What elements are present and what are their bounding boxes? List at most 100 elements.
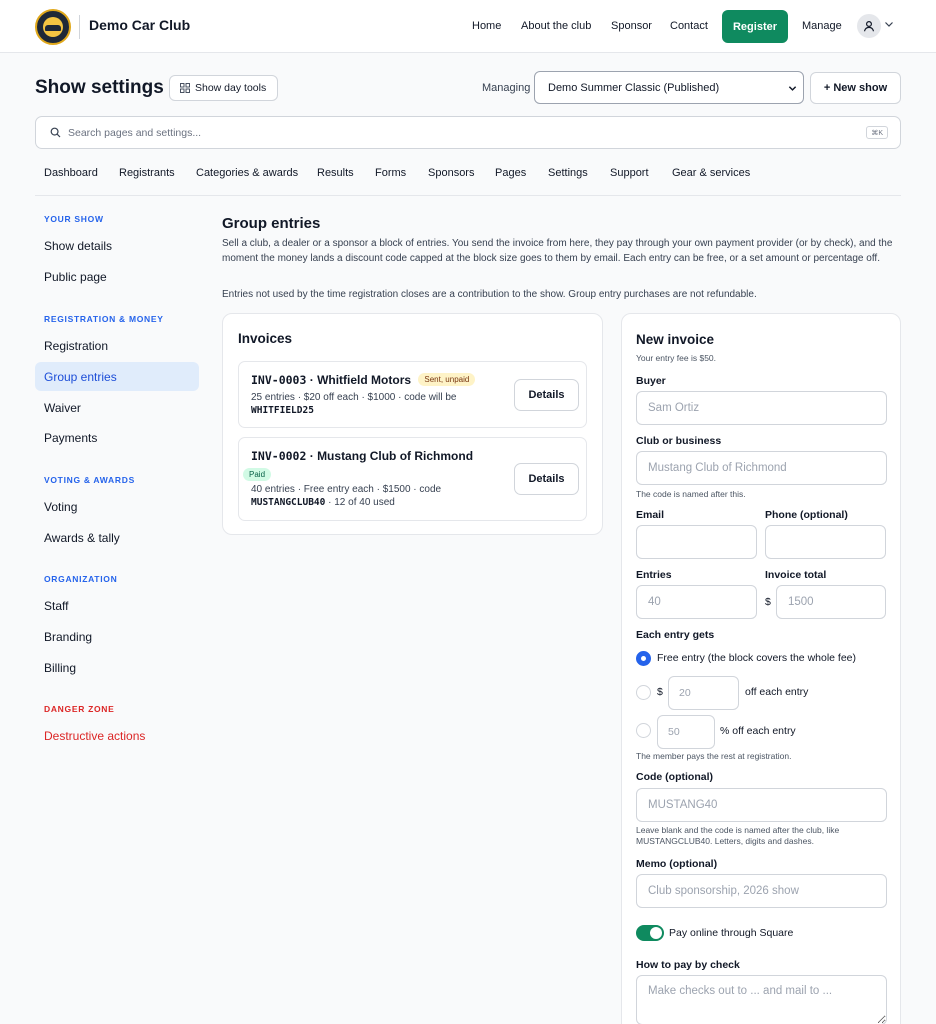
- user-icon: [863, 20, 875, 32]
- buyer-label: Buyer: [636, 375, 666, 387]
- chevron-down-icon[interactable]: [884, 19, 894, 29]
- code-input[interactable]: [636, 788, 887, 822]
- invoices-title: Invoices: [238, 331, 293, 346]
- sidebar-item-group-entries[interactable]: Group entries: [35, 362, 199, 391]
- radio-amount-off[interactable]: [636, 685, 651, 700]
- email-label: Email: [636, 509, 665, 521]
- settings-search[interactable]: ⌘K: [35, 116, 901, 149]
- buyer-input[interactable]: [636, 391, 887, 425]
- tab-sponsors[interactable]: Sponsors: [428, 167, 474, 179]
- avatar[interactable]: [857, 14, 881, 38]
- each-entry-gets-label: Each entry gets: [636, 629, 715, 641]
- sidebar-heading-voting-awards: VOTING & AWARDS: [44, 475, 135, 485]
- details-button[interactable]: Details: [514, 463, 579, 495]
- currency-symbol: $: [765, 596, 771, 608]
- grid-icon: [180, 83, 190, 93]
- tab-settings[interactable]: Settings: [548, 167, 588, 179]
- club-input[interactable]: [636, 451, 887, 485]
- sidebar-item-show-details[interactable]: Show details: [35, 231, 199, 260]
- code-usage: · 12 of 40 used: [325, 497, 395, 508]
- sidebar-item-registration[interactable]: Registration: [35, 331, 199, 360]
- tab-pages[interactable]: Pages: [495, 167, 526, 179]
- invoice-header: INV-0002 · Mustang Club of Richmond: [251, 449, 474, 463]
- tab-gear-services[interactable]: Gear & services: [672, 167, 750, 179]
- search-icon: [50, 127, 61, 138]
- radio-free-entry[interactable]: [636, 651, 651, 666]
- sidebar-heading-organization: ORGANIZATION: [44, 574, 118, 584]
- invoices-card: Invoices INV-0003 · Whitfield Motors Sen…: [222, 313, 603, 535]
- nav-manage[interactable]: Manage: [802, 20, 842, 32]
- email-field[interactable]: [636, 525, 757, 559]
- status-badge: Sent, unpaid: [418, 373, 476, 386]
- brand-name[interactable]: Demo Car Club: [89, 17, 190, 33]
- percent-off-input[interactable]: [657, 715, 715, 749]
- invoice-row: INV-0002 · Mustang Club of Richmond Paid…: [238, 437, 587, 521]
- phone-field[interactable]: [765, 525, 886, 559]
- sidebar-item-public-page[interactable]: Public page: [35, 262, 199, 291]
- nav-contact[interactable]: Contact: [670, 20, 708, 32]
- sidebar-heading-your-show: YOUR SHOW: [44, 214, 104, 224]
- sidebar-item-payments[interactable]: Payments: [35, 423, 199, 452]
- sidebar-item-awards-tally[interactable]: Awards & tally: [35, 523, 199, 552]
- tab-support[interactable]: Support: [610, 167, 649, 179]
- check-instructions-input[interactable]: [636, 975, 887, 1024]
- show-day-tools-label: Show day tools: [195, 82, 267, 94]
- radio-percent-off[interactable]: [636, 723, 651, 738]
- discount-code: MUSTANGCLUB40: [251, 497, 326, 508]
- tab-dashboard[interactable]: Dashboard: [44, 167, 98, 179]
- status-badge: Paid: [243, 468, 272, 481]
- sidebar-item-destructive-actions[interactable]: Destructive actions: [35, 721, 199, 750]
- brand-divider: [79, 15, 80, 39]
- sidebar-item-branding[interactable]: Branding: [35, 622, 199, 651]
- entries-label: Entries: [636, 569, 672, 581]
- tab-categories-awards[interactable]: Categories & awards: [196, 167, 298, 179]
- show-select[interactable]: Demo Summer Classic (Published): [534, 71, 804, 104]
- section-title: Group entries: [222, 215, 321, 232]
- code-label: Code (optional): [636, 771, 713, 783]
- invoice-number: INV-0002: [251, 449, 307, 463]
- club-note: The code is named after this.: [636, 489, 746, 499]
- sidebar-item-billing[interactable]: Billing: [35, 653, 199, 682]
- sidebar-heading-registration-money: REGISTRATION & MONEY: [44, 314, 164, 324]
- phone-label: Phone (optional): [765, 509, 848, 521]
- member-pays-note: The member pays the rest at registration…: [636, 751, 792, 761]
- register-button[interactable]: Register: [722, 10, 788, 43]
- new-invoice-card: New invoice Your entry fee is $50. Buyer…: [621, 313, 901, 1024]
- sidebar-item-voting[interactable]: Voting: [35, 492, 199, 521]
- percent-off-label: % off each entry: [720, 725, 796, 737]
- amount-off-input[interactable]: [668, 676, 739, 710]
- nav-about[interactable]: About the club: [521, 20, 591, 32]
- refund-note: Entries not used by the time registratio…: [222, 289, 757, 300]
- invoice-buyer: Mustang Club of Richmond: [317, 449, 474, 463]
- invoice-total-label: Invoice total: [765, 569, 827, 581]
- tab-forms[interactable]: Forms: [375, 167, 406, 179]
- keyboard-shortcut-badge: ⌘K: [866, 126, 888, 139]
- pay-online-toggle[interactable]: [636, 925, 664, 941]
- chevron-down-icon: [788, 86, 797, 91]
- invoice-meta: 25 entries · $20 off each · $1000 · code…: [251, 392, 457, 416]
- sidebar-heading-danger-zone: DANGER ZONE: [44, 704, 115, 714]
- search-input[interactable]: [68, 124, 828, 142]
- check-instructions-label: How to pay by check: [636, 959, 740, 971]
- club-logo[interactable]: [35, 9, 71, 45]
- amount-currency: $: [657, 686, 663, 698]
- details-button[interactable]: Details: [514, 379, 579, 411]
- nav-home[interactable]: Home: [472, 20, 501, 32]
- show-day-tools-button[interactable]: Show day tools: [169, 75, 278, 101]
- sidebar-item-staff[interactable]: Staff: [35, 591, 199, 620]
- memo-label: Memo (optional): [636, 858, 718, 870]
- entries-input[interactable]: [636, 585, 757, 619]
- memo-input[interactable]: [636, 874, 887, 908]
- invoice-number: INV-0003: [251, 373, 307, 387]
- invoice-buyer: Whitfield Motors: [317, 373, 412, 387]
- invoice-header: INV-0003 · Whitfield Motors Sent, unpaid: [251, 373, 476, 387]
- tab-registrants[interactable]: Registrants: [119, 167, 175, 179]
- top-nav: Demo Car Club Home About the club Sponso…: [0, 0, 936, 53]
- new-show-button[interactable]: + New show: [810, 72, 901, 104]
- sidebar-item-waiver[interactable]: Waiver: [35, 393, 199, 422]
- tab-results[interactable]: Results: [317, 167, 354, 179]
- show-select-value: Demo Summer Classic (Published): [548, 81, 720, 94]
- nav-sponsor[interactable]: Sponsor: [611, 20, 652, 32]
- invoice-total-input[interactable]: [776, 585, 886, 619]
- invoice-row: INV-0003 · Whitfield Motors Sent, unpaid…: [238, 361, 587, 428]
